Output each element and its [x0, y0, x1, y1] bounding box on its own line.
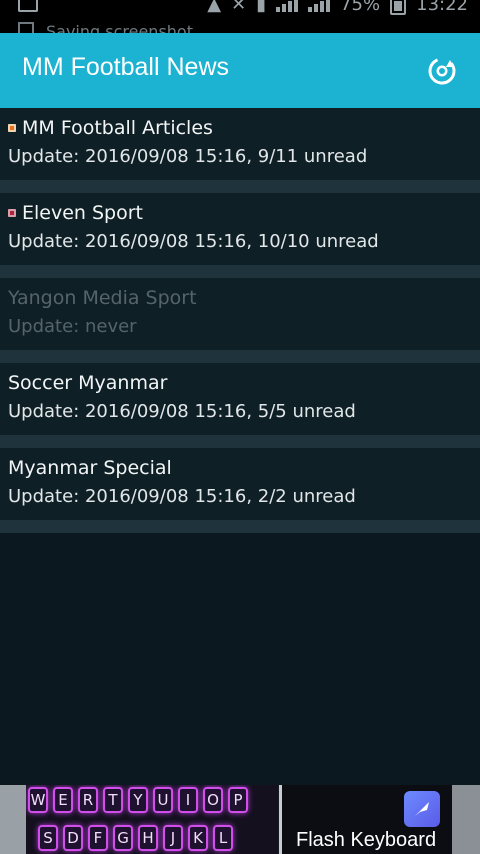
refresh-button[interactable]	[424, 53, 460, 89]
status-icons: ▲ ✕ ▮ 75% 13:22	[207, 0, 468, 16]
feed-title: Eleven Sport	[8, 202, 143, 224]
mute-icon: ✕	[231, 0, 247, 15]
ad-key: J	[163, 825, 183, 851]
list-divider	[0, 180, 480, 193]
ad-key: P	[228, 787, 248, 813]
app-bar: MM Football News	[0, 33, 480, 108]
list-divider	[0, 265, 480, 278]
wifi-icon: ▲	[207, 0, 222, 15]
ad-key: W	[28, 787, 48, 813]
feed-item[interactable]: Myanmar Special Update: 2016/09/08 15:16,…	[0, 448, 480, 520]
feed-title-text: Eleven Sport	[22, 202, 143, 224]
status-bar: Saving screenshot... ▲ ✕ ▮ 75% 13:22	[0, 0, 480, 33]
ad-key: I	[178, 787, 198, 813]
ad-key: E	[53, 787, 73, 813]
feed-title-text: Yangon Media Sport	[8, 287, 197, 309]
feed-title: Myanmar Special	[8, 457, 172, 479]
ad-key: H	[138, 825, 158, 851]
ad-key: F	[88, 825, 108, 851]
feed-favicon-icon	[8, 209, 16, 217]
feed-favicon-icon	[8, 124, 16, 132]
ad-key: S	[38, 825, 58, 851]
feed-item[interactable]: Eleven Sport Update: 2016/09/08 15:16, 10…	[0, 193, 480, 265]
ad-banner[interactable]: WERTYUIOP SDFGHJKL Flash Keyboard	[0, 785, 480, 854]
ad-key: D	[63, 825, 83, 851]
ad-key: Y	[128, 787, 148, 813]
ad-key: G	[113, 825, 133, 851]
sim-icon: ▮	[256, 0, 267, 15]
feed-title: Soccer Myanmar	[8, 372, 167, 394]
feed-title-text: Myanmar Special	[8, 457, 172, 479]
ad-keyboard-image: WERTYUIOP SDFGHJKL	[26, 785, 278, 854]
screenshot-toast: Saving screenshot...	[18, 22, 208, 33]
clock: 13:22	[416, 0, 468, 15]
ad-image-edge-right	[452, 785, 480, 854]
ad-key: U	[153, 787, 173, 813]
signal-2-icon	[308, 0, 331, 12]
ad-title: Flash Keyboard	[296, 829, 437, 851]
screenshot-notification-icon	[18, 0, 38, 12]
feed-title-text: Soccer Myanmar	[8, 372, 168, 394]
ad-key: L	[213, 825, 233, 851]
feed-title-text: MM Football Articles	[22, 117, 213, 139]
feed-item[interactable]: Soccer Myanmar Update: 2016/09/08 15:16, …	[0, 363, 480, 435]
checkbox-icon	[18, 22, 34, 33]
ad-key: K	[188, 825, 208, 851]
list-divider	[0, 350, 480, 363]
signal-icon	[276, 0, 299, 12]
feed-list: MM Football Articles Update: 2016/09/08 1…	[0, 108, 480, 533]
ad-info: Flash Keyboard	[282, 785, 452, 854]
ad-key: O	[203, 787, 223, 813]
list-divider	[0, 520, 480, 533]
feed-title: MM Football Articles	[8, 117, 213, 139]
ad-key-row: WERTYUIOP	[28, 787, 248, 813]
feed-update-status: Update: never	[8, 316, 137, 337]
ad-image-edge	[0, 785, 26, 854]
feed-item[interactable]: MM Football Articles Update: 2016/09/08 1…	[0, 108, 480, 180]
feed-item[interactable]: Yangon Media Sport Update: never	[0, 278, 480, 350]
feed-update-status: Update: 2016/09/08 15:16, 5/5 unread	[8, 401, 356, 422]
feed-update-status: Update: 2016/09/08 15:16, 10/10 unread	[8, 231, 379, 252]
flash-keyboard-logo-icon	[404, 791, 440, 827]
feed-update-status: Update: 2016/09/08 15:16, 9/11 unread	[8, 146, 368, 167]
toast-text: Saving screenshot...	[46, 22, 209, 33]
app-title: MM Football News	[22, 53, 229, 81]
list-divider	[0, 435, 480, 448]
battery-icon	[390, 0, 407, 15]
feed-update-status: Update: 2016/09/08 15:16, 2/2 unread	[8, 486, 356, 507]
ad-key: T	[103, 787, 123, 813]
feed-title: Yangon Media Sport	[8, 287, 197, 309]
ad-key: R	[78, 787, 98, 813]
ad-key-row: SDFGHJKL	[38, 825, 233, 851]
battery-percent: 75%	[340, 0, 381, 15]
refresh-icon	[428, 57, 456, 85]
